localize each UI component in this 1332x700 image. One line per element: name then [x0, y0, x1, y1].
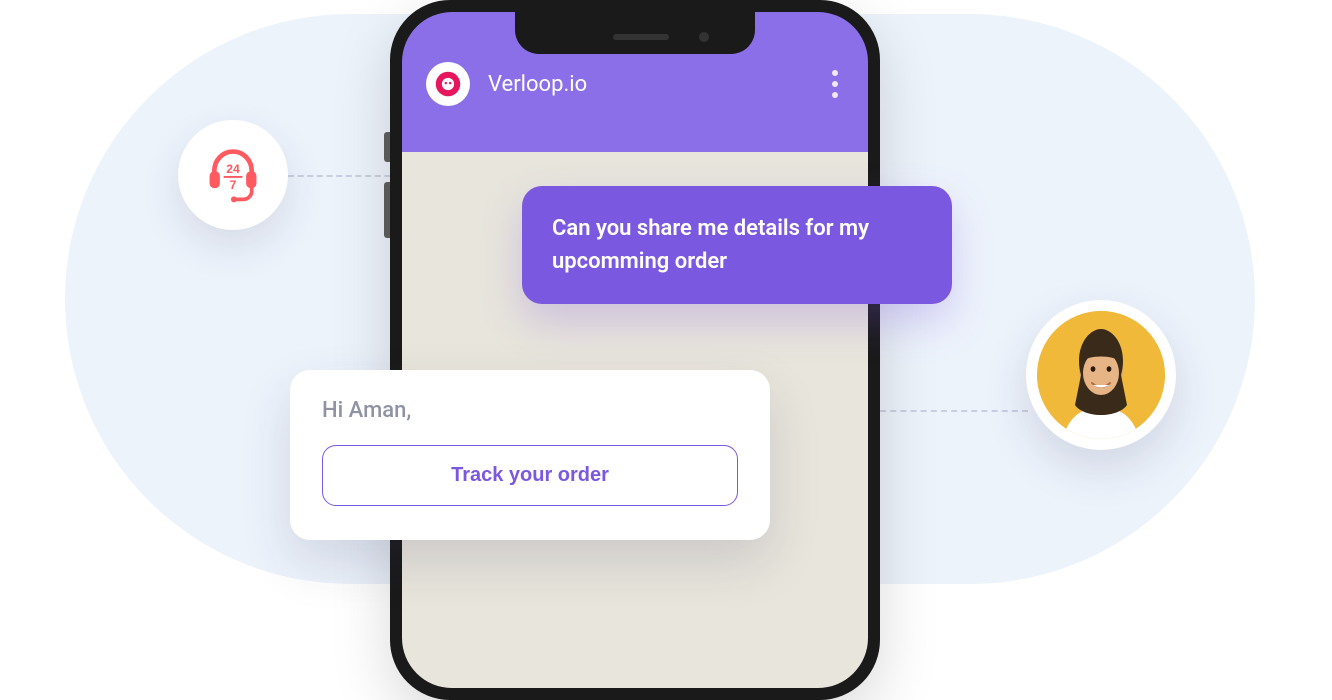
svg-text:24: 24	[226, 162, 240, 176]
track-order-button[interactable]: Track your order	[322, 445, 738, 506]
bot-reply-card: Hi Aman, Track your order	[290, 370, 770, 540]
agent-avatar-chip	[1026, 300, 1176, 450]
support-chip: 24 7	[178, 120, 288, 230]
connector-line-right	[870, 410, 1028, 412]
phone-notch	[515, 12, 755, 54]
connector-line-left	[288, 175, 400, 177]
phone-shell: Verloop.io	[390, 0, 880, 700]
headset-247-icon: 24 7	[203, 145, 263, 205]
chat-header: Verloop.io	[426, 62, 844, 106]
more-menu-icon[interactable]	[832, 70, 844, 98]
agent-avatar	[1037, 311, 1165, 439]
phone-side-button	[384, 132, 390, 162]
chat-brand-title: Verloop.io	[488, 72, 814, 97]
user-message-text: Can you share me details for my upcommin…	[552, 216, 869, 274]
bot-greeting: Hi Aman,	[322, 398, 738, 423]
phone-side-button	[384, 182, 390, 238]
svg-text:7: 7	[230, 178, 237, 192]
user-message-bubble: Can you share me details for my upcommin…	[522, 186, 952, 304]
brand-icon	[426, 62, 470, 106]
